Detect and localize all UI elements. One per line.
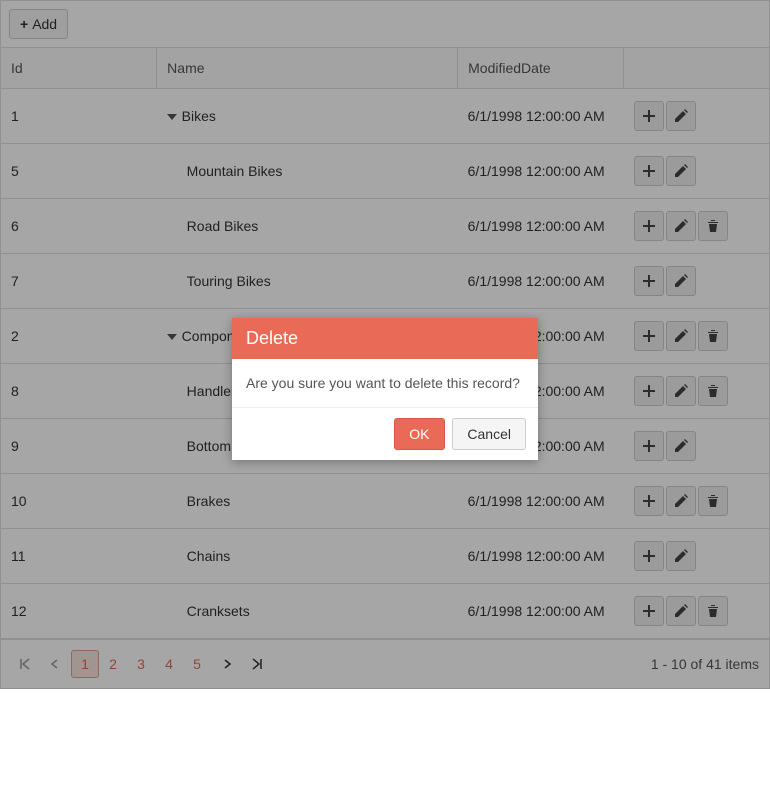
dialog-message: Are you sure you want to delete this rec…: [232, 359, 538, 408]
delete-dialog: Delete Are you sure you want to delete t…: [232, 318, 538, 460]
dialog-ok-button[interactable]: OK: [394, 418, 444, 450]
dialog-cancel-button[interactable]: Cancel: [452, 418, 526, 450]
dialog-title: Delete: [232, 318, 538, 359]
